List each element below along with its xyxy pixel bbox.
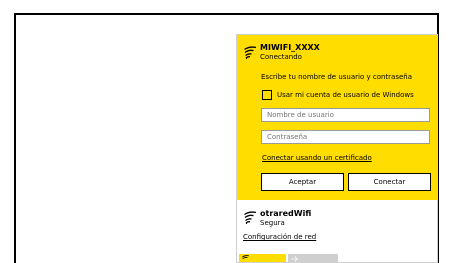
airplane-mode-quick-action[interactable] [288, 254, 338, 262]
use-windows-account-label: Usar mi cuenta de usuario de Windows [277, 91, 414, 99]
wifi-icon [244, 211, 257, 224]
connect-with-certificate-link[interactable]: Conectar usando un certificado [262, 154, 372, 162]
screen: MIWIFI_XXXX Conectando Escribe tu nombre… [0, 0, 464, 263]
accept-button[interactable]: Aceptar [261, 173, 344, 191]
airplane-icon [291, 255, 299, 262]
network-status: Conectando [260, 53, 302, 61]
connect-button[interactable]: Conectar [348, 173, 431, 191]
quick-actions [237, 254, 437, 262]
credentials-prompt: Escribe tu nombre de usuario y contraseñ… [261, 73, 413, 81]
network-name: otraredWifi [260, 209, 312, 218]
password-input[interactable] [261, 130, 430, 144]
network-settings-link[interactable]: Configuración de red [243, 233, 316, 241]
network-name: MIWIFI_XXXX [260, 43, 320, 52]
use-windows-account-checkbox[interactable] [262, 90, 272, 100]
network-flyout: MIWIFI_XXXX Conectando Escribe tu nombre… [236, 34, 438, 263]
username-input[interactable] [261, 108, 430, 122]
wifi-icon [244, 46, 257, 59]
selected-network: MIWIFI_XXXX Conectando Escribe tu nombre… [237, 35, 437, 200]
wifi-icon [242, 255, 249, 260]
wifi-quick-action[interactable] [239, 254, 286, 262]
network-status: Segura [260, 219, 285, 227]
